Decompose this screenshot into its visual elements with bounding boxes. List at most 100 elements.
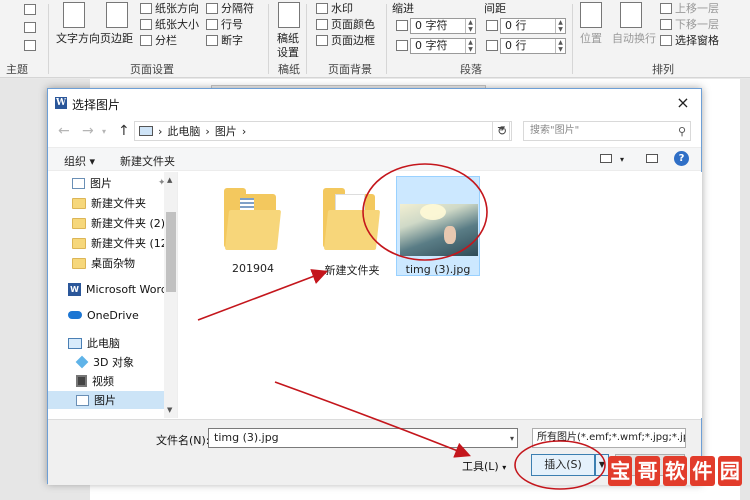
spinner[interactable]: ▲ ▼ (555, 19, 565, 33)
nav-item-pictures-quick[interactable]: 图片 (72, 174, 112, 192)
folder-icon (72, 197, 86, 209)
view-options-icon[interactable] (600, 154, 612, 163)
spinner[interactable]: ▲ ▼ (555, 39, 565, 53)
indent-left-field[interactable]: 0 字符 ▲ ▼ (410, 18, 476, 34)
nav-scrollbar[interactable]: ▲ ▼ (164, 172, 177, 418)
word-icon: W (68, 282, 81, 296)
paper-size-button[interactable]: 纸张大小 (140, 16, 199, 32)
watermark-char: 软 (662, 456, 688, 486)
word-app-icon: W (55, 97, 67, 109)
forward-arrow-icon[interactable]: → (82, 123, 94, 139)
paper-direction-button[interactable]: 纸张方向 (140, 0, 199, 16)
scroll-up-icon[interactable]: ▲ (167, 176, 172, 184)
indent-left-value: 0 字符 (415, 19, 448, 32)
theme-effects-icon[interactable] (24, 40, 36, 51)
nav-item-new-folder-12[interactable]: 新建文件夹 (12) (72, 234, 172, 252)
text-direction-icon[interactable] (63, 2, 85, 28)
separator-button[interactable]: 分隔符 (206, 0, 254, 16)
indent-right-field[interactable]: 0 字符 ▲ ▼ (410, 38, 476, 54)
nav-item-this-pc[interactable]: 此电脑 (68, 334, 120, 352)
page-border-button[interactable]: 页面边框 (316, 32, 375, 48)
text-direction-button[interactable]: 文字方向 (56, 30, 100, 46)
margins-icon[interactable] (106, 2, 128, 28)
nav-item-3d-objects[interactable]: 3D 对象 (75, 353, 134, 371)
search-input[interactable]: 搜索"图片" ⚲ (523, 121, 691, 141)
position-icon[interactable] (580, 2, 602, 28)
file-type-select[interactable]: 所有图片(*.emf;*.wmf;*.jpg;*.jp (532, 428, 686, 448)
computer-icon (139, 126, 153, 136)
manuscript-icon[interactable] (278, 2, 300, 28)
organize-button[interactable]: 组织 ▾ (64, 153, 95, 169)
breadcrumb-pictures[interactable]: 图片 (215, 123, 237, 139)
nav-item-videos[interactable]: 视频 (76, 372, 114, 390)
refresh-icon[interactable]: ↻ (492, 121, 512, 141)
watermark-char: 件 (690, 456, 715, 486)
spacing-after-icon (486, 40, 498, 51)
hyphenation-button[interactable]: 断字 (206, 32, 243, 48)
nav-item-microsoft-word[interactable]: W Microsoft Word (68, 280, 168, 298)
file-item-folder-201904[interactable]: 201904 (211, 176, 295, 276)
tools-button[interactable]: 工具(L) ▾ (462, 458, 506, 474)
view-dropdown-icon[interactable]: ▾ (620, 155, 624, 164)
preview-pane-icon[interactable] (646, 154, 658, 163)
nav-item-label: 图片 (90, 177, 112, 190)
auto-wrap-button[interactable]: 自动换行 (612, 30, 656, 46)
page-color-icon (316, 18, 328, 30)
spacing-before-icon (486, 20, 498, 31)
line-numbers-label: 行号 (221, 18, 243, 31)
insert-dropdown-icon[interactable]: ▼ (595, 454, 609, 476)
address-bar[interactable]: › 此电脑 › 图片 › ▾ (134, 121, 510, 141)
auto-wrap-icon[interactable] (620, 2, 642, 28)
breadcrumb-chevron-icon[interactable]: › (242, 125, 246, 138)
spinner[interactable]: ▲ ▼ (465, 19, 475, 33)
margins-button[interactable]: 页边距 (100, 30, 133, 46)
breadcrumb-chevron-icon[interactable]: › (158, 125, 162, 138)
breadcrumb-this-pc[interactable]: 此电脑 (167, 123, 200, 139)
nav-item-desktop-misc[interactable]: 桌面杂物 (72, 254, 135, 272)
insert-picture-dialog: W 选择图片 × ← → ▾ ↑ › 此电脑 › 图片 › ▾ ↻ 搜索"图片"… (47, 88, 702, 485)
breadcrumb-chevron-icon[interactable]: › (205, 125, 209, 138)
theme-colors-icon[interactable] (24, 4, 36, 15)
thumbnail-light (420, 204, 446, 220)
columns-button[interactable]: 分栏 (140, 32, 177, 48)
file-item-timg-jpg[interactable]: timg (3).jpg (396, 176, 480, 276)
filename-input[interactable]: timg (3).jpg ▾ (208, 428, 518, 448)
watermark-button[interactable]: 水印 (316, 0, 353, 16)
line-numbers-button[interactable]: 行号 (206, 16, 243, 32)
nav-item-label: 新建文件夹 (12) (91, 237, 173, 250)
nav-item-pictures[interactable]: 图片 (48, 391, 164, 409)
send-backward-button[interactable]: 下移一层 (660, 16, 719, 32)
spacing-after-field[interactable]: 0 行 ▲ ▼ (500, 38, 566, 54)
search-icon[interactable]: ⚲ (678, 123, 686, 141)
nav-item-new-folder-2[interactable]: 新建文件夹 (2) (72, 214, 165, 232)
bring-forward-button[interactable]: 上移一层 (660, 0, 719, 16)
scrollbar-thumb[interactable] (166, 212, 176, 292)
recent-dropdown-icon[interactable]: ▾ (102, 127, 106, 136)
nav-item-new-folder[interactable]: 新建文件夹 (72, 194, 146, 212)
nav-item-onedrive[interactable]: OneDrive (68, 306, 139, 324)
nav-item-label: 新建文件夹 (91, 197, 146, 210)
manuscript-line2[interactable]: 设置 (277, 44, 299, 60)
close-button[interactable]: × (673, 93, 693, 112)
insert-button[interactable]: 插入(S) (531, 454, 595, 476)
selection-pane-label: 选择窗格 (675, 34, 719, 47)
up-arrow-icon[interactable]: ↑ (118, 123, 130, 139)
scroll-down-icon[interactable]: ▼ (167, 406, 172, 414)
filename-dropdown-icon[interactable]: ▾ (510, 430, 514, 448)
page-color-button[interactable]: 页面颜色 (316, 16, 375, 32)
spinner[interactable]: ▲ ▼ (465, 39, 475, 53)
hyphenation-label: 断字 (221, 34, 243, 47)
file-item-folder-new[interactable]: 新建文件夹 (310, 176, 394, 277)
new-folder-button[interactable]: 新建文件夹 (120, 153, 175, 169)
page-color-label: 页面颜色 (331, 18, 375, 31)
theme-fonts-icon[interactable] (24, 22, 36, 33)
thumbnail-subject (444, 226, 456, 244)
position-button[interactable]: 位置 (580, 30, 602, 46)
page-border-icon (316, 34, 328, 46)
help-icon[interactable]: ? (674, 151, 689, 166)
back-arrow-icon[interactable]: ← (58, 123, 70, 139)
spacing-before-field[interactable]: 0 行 ▲ ▼ (500, 18, 566, 34)
watermark-label: 水印 (331, 2, 353, 15)
navigation-bar: ← → ▾ ↑ › 此电脑 › 图片 › ▾ ↻ 搜索"图片" ⚲ (48, 117, 701, 145)
selection-pane-button[interactable]: 选择窗格 (660, 32, 719, 48)
